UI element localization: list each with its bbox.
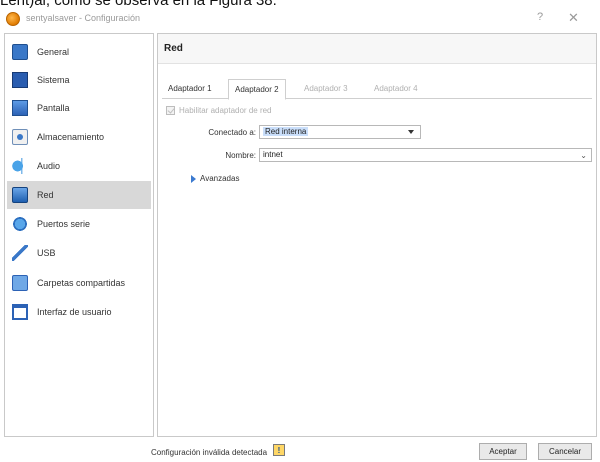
- settings-panel: Red Adaptador 1 Adaptador 2 Adaptador 3 …: [157, 33, 597, 437]
- name-combobox[interactable]: intnet ⌄: [259, 148, 592, 162]
- close-button[interactable]: ✕: [568, 10, 579, 26]
- panel-header: Red: [158, 34, 596, 64]
- help-button[interactable]: ?: [537, 11, 543, 23]
- sidebar-item-label: Interfaz de usuario: [37, 307, 112, 317]
- name-label: Nombre:: [225, 151, 256, 160]
- sidebar-item-red[interactable]: Red: [7, 181, 151, 209]
- window-titlebar: sentyalsaver - Configuración ? ✕: [0, 10, 600, 30]
- window-title: sentyalsaver - Configuración: [26, 13, 141, 23]
- enable-adapter-row[interactable]: Habilitar adaptador de red: [166, 106, 272, 115]
- sidebar-item-label: Puertos serie: [37, 219, 91, 229]
- sidebar-item-carpetas-compartidas[interactable]: Carpetas compartidas: [7, 269, 151, 297]
- monitor-icon: [12, 44, 28, 60]
- sidebar-item-label: Almacenamiento: [37, 132, 105, 142]
- storage-icon: [12, 129, 28, 145]
- connected-to-select[interactable]: Red interna: [259, 125, 421, 139]
- sidebar-item-puertos-serie[interactable]: Puertos serie: [7, 210, 151, 238]
- cancel-button[interactable]: Cancelar: [538, 443, 592, 460]
- sidebar-item-label: Sistema: [37, 75, 70, 85]
- sidebar-item-label: Pantalla: [37, 103, 70, 113]
- user-interface-icon: [12, 304, 28, 320]
- sidebar-item-label: Audio: [37, 161, 61, 171]
- accept-button[interactable]: Aceptar: [479, 443, 527, 460]
- sidebar-item-label: USB: [37, 248, 56, 258]
- sidebar-item-almacenamiento[interactable]: Almacenamiento: [7, 123, 151, 151]
- document-caption: Lent)al, como se observa en la Figura 38…: [0, 0, 277, 9]
- sidebar-item-usb[interactable]: USB: [7, 239, 151, 267]
- enable-adapter-label: Habilitar adaptador de red: [179, 106, 272, 115]
- chip-icon: [12, 72, 28, 88]
- sidebar-item-general[interactable]: General: [7, 38, 151, 66]
- sidebar-item-sistema[interactable]: Sistema: [7, 66, 151, 94]
- tab-adaptador-2[interactable]: Adaptador 2: [228, 79, 286, 100]
- warning-icon[interactable]: !: [273, 444, 285, 456]
- advanced-label: Avanzadas: [200, 174, 240, 183]
- serial-port-icon: [12, 216, 28, 232]
- settings-sidebar: General Sistema Pantalla Almacenamiento …: [4, 33, 154, 437]
- connected-to-value: Red interna: [263, 127, 309, 136]
- sidebar-item-label: General: [37, 47, 70, 57]
- expand-arrow-icon: [191, 174, 196, 183]
- enable-adapter-checkbox[interactable]: [166, 106, 175, 115]
- chevron-down-icon: ⌄: [580, 151, 587, 160]
- sidebar-item-pantalla[interactable]: Pantalla: [7, 94, 151, 122]
- tab-adaptador-3[interactable]: Adaptador 3: [298, 79, 354, 99]
- adapter-tabs: Adaptador 1 Adaptador 2 Adaptador 3 Adap…: [162, 79, 592, 100]
- page-title: Red: [164, 43, 183, 54]
- advanced-toggle[interactable]: Avanzadas: [191, 174, 239, 183]
- sidebar-item-audio[interactable]: Audio: [7, 152, 151, 180]
- sidebar-item-label: Red: [37, 190, 54, 200]
- app-icon: [6, 12, 20, 26]
- sidebar-item-interfaz-de-usuario[interactable]: Interfaz de usuario: [7, 298, 151, 326]
- shared-folder-icon: [12, 275, 28, 291]
- audio-icon: [12, 158, 28, 174]
- usb-icon: [12, 245, 28, 261]
- tab-adaptador-1[interactable]: Adaptador 1: [162, 79, 218, 99]
- connected-to-label: Conectado a:: [208, 128, 256, 137]
- name-value: intnet: [263, 150, 283, 159]
- tab-adaptador-4[interactable]: Adaptador 4: [368, 79, 424, 99]
- chevron-down-icon: [408, 130, 414, 134]
- sidebar-item-label: Carpetas compartidas: [37, 278, 126, 288]
- display-icon: [12, 100, 28, 116]
- status-message: Configuración inválida detectada: [151, 448, 268, 457]
- network-icon: [12, 187, 28, 203]
